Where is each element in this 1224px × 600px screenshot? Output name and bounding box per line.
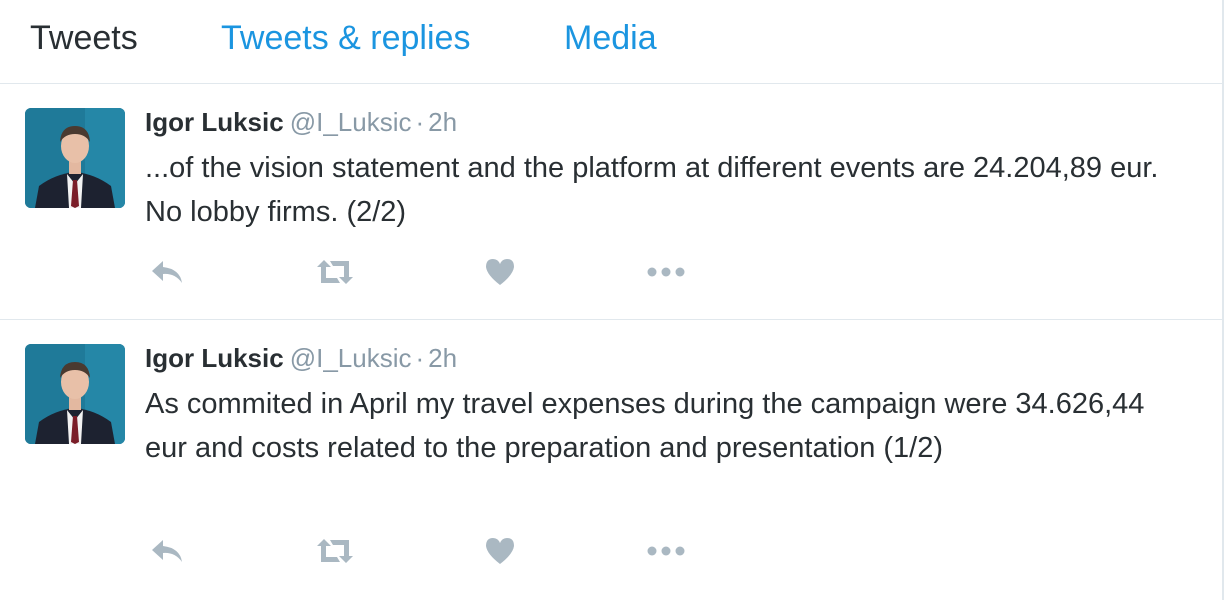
tweet-timestamp[interactable]: 2h: [428, 107, 457, 137]
heart-icon: [486, 259, 514, 285]
tweet-text: As commited in April my travel expenses …: [145, 388, 1145, 464]
tweet-timestamp[interactable]: 2h: [428, 343, 457, 373]
retweet-icon: [317, 539, 353, 563]
author-handle[interactable]: @I_Luksic: [290, 107, 412, 137]
author-name[interactable]: Igor Luksic: [145, 343, 284, 373]
tweet-item[interactable]: Igor Luksic @I_Luksic · 2h ...of the vision…: [0, 84, 1222, 320]
retweet-button[interactable]: [313, 252, 357, 292]
avatar[interactable]: [25, 108, 125, 208]
reply-icon: [152, 540, 182, 562]
author-handle[interactable]: @I_Luksic: [290, 343, 412, 373]
like-button[interactable]: [478, 252, 522, 292]
reply-icon: [152, 261, 182, 283]
reply-button[interactable]: [145, 252, 189, 292]
more-icon: [647, 546, 685, 556]
separator-dot: ·: [415, 107, 425, 137]
tab-tweets-and-replies[interactable]: Tweets & replies: [221, 18, 470, 58]
profile-tabs: Tweets Tweets & replies Media: [0, 0, 1222, 84]
retweet-icon: [317, 260, 353, 284]
separator-dot: ·: [415, 343, 425, 373]
tweet-text: ...of the vision statement and the platf…: [145, 152, 1159, 228]
author-name[interactable]: Igor Luksic: [145, 107, 284, 137]
tweet-header: Igor Luksic @I_Luksic · 2h: [145, 342, 457, 374]
reply-button[interactable]: [145, 531, 189, 571]
tab-tweets[interactable]: Tweets: [30, 18, 138, 58]
tweet-header: Igor Luksic @I_Luksic · 2h: [145, 106, 457, 138]
like-button[interactable]: [478, 531, 522, 571]
more-icon: [647, 267, 685, 277]
tweet-actions: [145, 531, 705, 571]
tweet-item[interactable]: Igor Luksic @I_Luksic · 2h As commited in A…: [0, 320, 1222, 600]
tab-media[interactable]: Media: [564, 18, 657, 58]
tweet-actions: [145, 252, 705, 292]
avatar[interactable]: [25, 344, 125, 444]
retweet-button[interactable]: [313, 531, 357, 571]
more-options-button[interactable]: [644, 252, 688, 292]
profile-timeline: Tweets Tweets & replies Media Igor Luksi…: [0, 0, 1224, 600]
heart-icon: [486, 538, 514, 564]
more-options-button[interactable]: [644, 531, 688, 571]
